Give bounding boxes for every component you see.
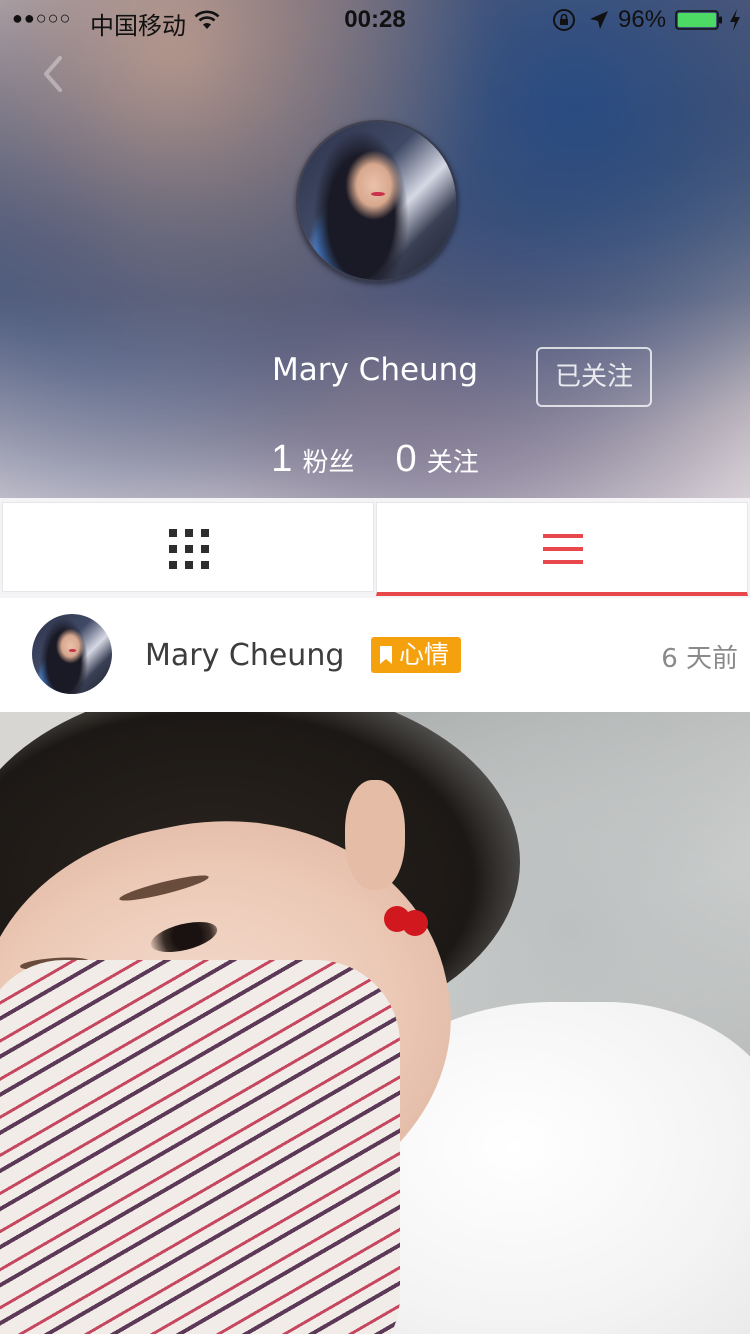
post-author-avatar[interactable] (32, 614, 112, 694)
list-icon (543, 534, 583, 564)
bookmark-icon (380, 646, 392, 664)
battery-percent: 96% (618, 6, 667, 33)
post-author-name[interactable]: Mary Cheung (145, 638, 344, 673)
rotation-lock-icon (553, 9, 575, 31)
profile-avatar[interactable] (296, 120, 458, 282)
post-category-tag: 心情 (371, 637, 462, 673)
post-time-ago: 6 天前 (661, 644, 738, 674)
tab-list-view[interactable] (376, 502, 748, 596)
profile-stats: 1 粉丝 0 关注 (0, 438, 750, 481)
following-stat[interactable]: 0 关注 (396, 438, 479, 481)
followers-count: 1 (271, 438, 293, 480)
profile-screen: ●●○○○ 中国移动 00:28 96% Mary Cheung 已关注 1 粉… (0, 0, 750, 1334)
followers-stat[interactable]: 1 粉丝 (271, 438, 354, 481)
profile-header: ●●○○○ 中国移动 00:28 96% Mary Cheung 已关注 1 粉… (0, 0, 750, 498)
charging-icon (730, 9, 740, 31)
post-tag-label: 心情 (399, 640, 450, 669)
followers-label: 粉丝 (302, 448, 355, 478)
following-button[interactable]: 已关注 (536, 347, 652, 407)
location-arrow-icon (590, 11, 608, 29)
following-label: 关注 (426, 448, 479, 478)
battery-icon (675, 10, 722, 30)
status-bar: ●●○○○ 中国移动 00:28 96% (0, 0, 750, 40)
view-mode-tabs (0, 498, 750, 598)
tab-grid-view[interactable] (2, 502, 374, 592)
grid-icon (169, 529, 209, 569)
back-icon[interactable] (38, 52, 68, 96)
following-count: 0 (395, 438, 417, 480)
